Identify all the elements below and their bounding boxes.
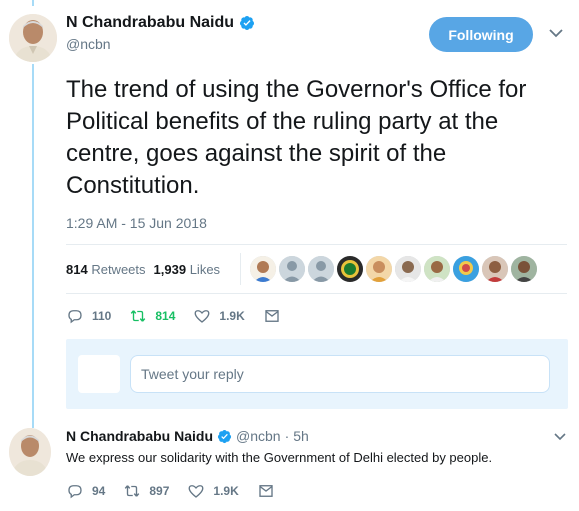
envelope-icon (259, 485, 273, 497)
tweet-text: We express our solidarity with the Gover… (66, 450, 493, 465)
dm-button[interactable] (257, 482, 283, 500)
author-handle[interactable]: @ncbn (236, 428, 281, 444)
following-button[interactable]: Following (429, 17, 533, 52)
reply-count: 94 (92, 484, 106, 498)
heart-icon (194, 310, 210, 323)
tweet-timestamp[interactable]: 1:29 AM - 15 Jun 2018 (66, 215, 207, 231)
chevron-down-icon[interactable] (549, 28, 563, 38)
retweet-button[interactable]: 897 (123, 482, 169, 500)
divider (66, 293, 567, 294)
thread-line-top (32, 0, 34, 6)
retweet-count: 897 (149, 484, 170, 498)
retweet-icon (131, 310, 146, 322)
current-user-avatar (78, 355, 120, 393)
liker-avatar[interactable] (250, 256, 276, 282)
reply-button[interactable]: 94 (66, 482, 105, 500)
like-button[interactable]: 1.9K (187, 482, 239, 500)
stats-separator (240, 253, 241, 285)
author-display-name[interactable]: N Chandrababu Naidu (66, 14, 234, 32)
thread-line (32, 64, 34, 428)
reply-input[interactable]: Tweet your reply (130, 355, 550, 393)
likes-stat[interactable]: 1,939 Likes (154, 262, 221, 277)
retweets-stat[interactable]: 814 Retweets (66, 262, 146, 277)
reply-button[interactable]: 110 (66, 307, 111, 325)
liker-avatar[interactable] (453, 256, 479, 282)
reply-count: 110 (92, 309, 112, 323)
tweet-time[interactable]: 5h (293, 428, 309, 444)
tweet-actions: 94 897 1.9K (66, 481, 301, 501)
divider (66, 244, 567, 245)
retweets-count: 814 (66, 261, 88, 277)
author-display-name[interactable]: N Chandrababu Naidu (66, 428, 213, 444)
heart-icon (188, 485, 204, 498)
tweet-text: The trend of using the Governor's Office… (66, 76, 527, 199)
reply-icon (68, 310, 82, 324)
like-count: 1.9K (213, 484, 239, 498)
author-avatar[interactable] (9, 14, 57, 62)
reply-box: Tweet your reply (66, 339, 568, 409)
liker-avatar[interactable] (279, 256, 305, 282)
verified-badge-icon (217, 429, 232, 443)
meta-separator: · (284, 428, 290, 444)
like-count: 1.9K (219, 309, 245, 323)
reply-icon (68, 485, 82, 499)
liker-avatar[interactable] (482, 256, 508, 282)
author-avatar[interactable] (9, 428, 51, 476)
retweets-label: Retweets (91, 261, 146, 277)
envelope-icon (265, 310, 279, 322)
reply-tweet-header: N Chandrababu Naidu @ncbn · 5h (66, 428, 309, 444)
liker-avatars (250, 256, 537, 282)
liker-avatar[interactable] (395, 256, 421, 282)
likes-count: 1,939 (153, 261, 187, 277)
tweet-stats: 814 Retweets 1,939 Likes (66, 258, 228, 280)
retweet-button[interactable]: 814 (129, 307, 175, 325)
verified-badge-icon (240, 16, 255, 30)
liker-avatar[interactable] (337, 256, 363, 282)
likes-label: Likes (189, 261, 221, 277)
liker-avatar[interactable] (366, 256, 392, 282)
retweet-icon (125, 485, 140, 497)
dm-button[interactable] (263, 307, 289, 325)
liker-avatar[interactable] (308, 256, 334, 282)
retweet-count: 814 (155, 309, 176, 323)
liker-avatar[interactable] (424, 256, 450, 282)
like-button[interactable]: 1.9K (193, 307, 245, 325)
tweet-actions: 110 814 1.9K (66, 306, 307, 326)
liker-avatar[interactable] (511, 256, 537, 282)
chevron-down-icon[interactable] (554, 433, 566, 441)
